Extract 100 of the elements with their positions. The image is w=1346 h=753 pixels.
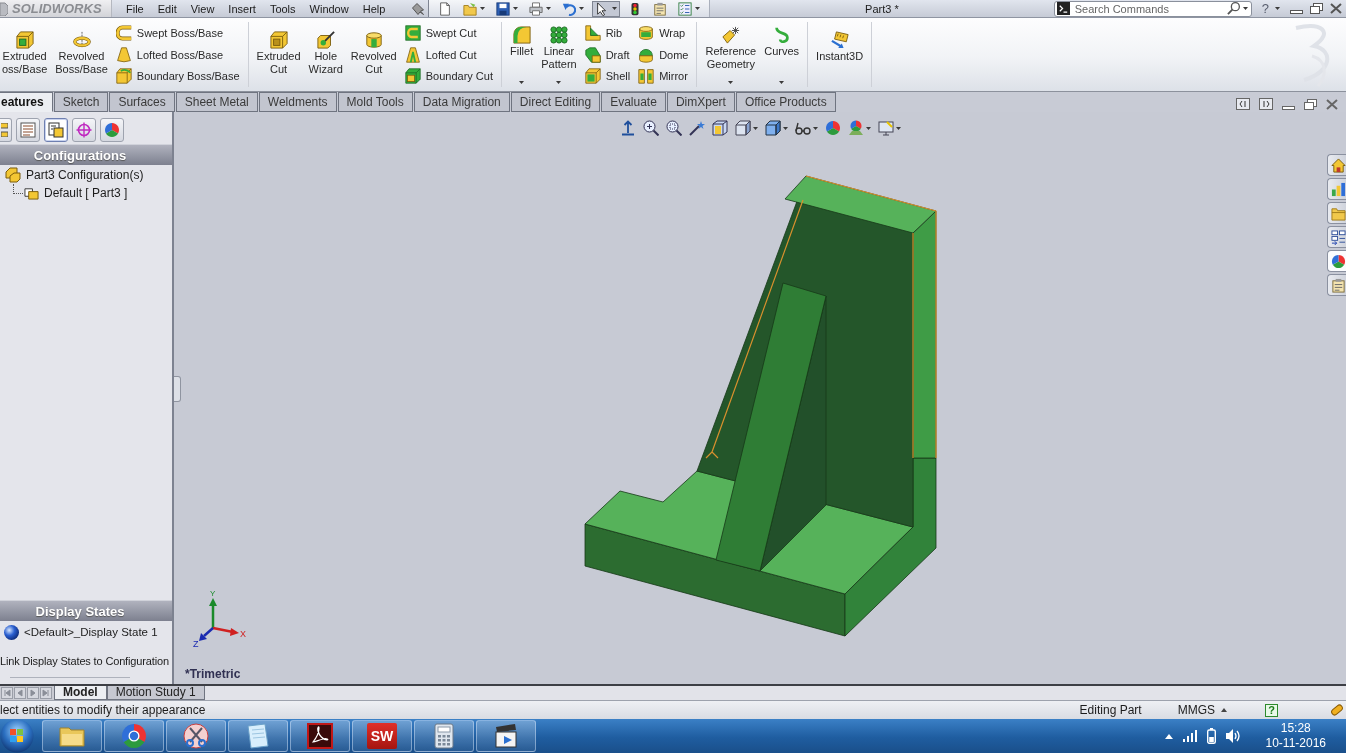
ribbon-button[interactable]: Fillet bbox=[507, 22, 536, 87]
ribbon-button[interactable]: Hole Wizard bbox=[306, 22, 345, 87]
toolbar-button[interactable] bbox=[733, 120, 759, 136]
toolbar-button[interactable] bbox=[493, 0, 521, 17]
task-pane-tab[interactable] bbox=[1327, 226, 1346, 248]
tab[interactable]: Sheet Metal bbox=[175, 92, 258, 112]
toolbar-button[interactable] bbox=[793, 120, 819, 136]
toolbar-button[interactable] bbox=[641, 120, 660, 136]
close-icon[interactable] bbox=[1326, 99, 1338, 110]
tree-item[interactable]: Part3 Configuration(s) bbox=[26, 168, 144, 182]
help-button[interactable]: ? bbox=[1265, 703, 1278, 717]
ribbon-button[interactable]: Swept Cut bbox=[402, 22, 495, 44]
taskbar-button[interactable] bbox=[228, 720, 288, 752]
battery-icon[interactable] bbox=[1206, 728, 1216, 744]
menu-item[interactable]: Insert bbox=[221, 2, 263, 15]
task-pane-tab[interactable] bbox=[1327, 154, 1346, 176]
search-field[interactable]: Search Commands bbox=[1072, 1, 1224, 16]
ribbon-button[interactable]: Reference Geometry bbox=[703, 22, 759, 87]
ribbon-button[interactable]: Swept Boss/Base bbox=[113, 22, 242, 44]
ribbon-button[interactable]: Boundary Cut bbox=[402, 65, 495, 87]
toolbar-button[interactable] bbox=[710, 120, 729, 136]
ribbon-button[interactable]: Shell bbox=[582, 65, 633, 87]
toolbar-button[interactable] bbox=[675, 0, 703, 17]
tab[interactable]: Motion Study 1 bbox=[106, 686, 205, 700]
panel-tab[interactable] bbox=[16, 118, 40, 142]
skip-start-icon[interactable] bbox=[1, 687, 13, 699]
ribbon-button[interactable]: Wrap bbox=[636, 22, 691, 44]
ribbon-button[interactable]: Instant3D bbox=[814, 22, 866, 87]
tab[interactable]: Weldments bbox=[258, 92, 337, 112]
ribbon-button[interactable]: Mirror bbox=[636, 65, 691, 87]
help-button[interactable]: ? bbox=[1259, 1, 1282, 16]
tab[interactable]: Mold Tools bbox=[337, 92, 413, 112]
curved-sweep-icon bbox=[115, 24, 132, 41]
tab[interactable]: Evaluate bbox=[601, 92, 666, 112]
toolbar-button[interactable] bbox=[664, 120, 683, 136]
up-arrow-icon[interactable] bbox=[1164, 733, 1173, 739]
search-box[interactable]: Search Commands bbox=[1053, 0, 1252, 17]
task-pane-tab[interactable] bbox=[1327, 178, 1346, 200]
tab[interactable]: DimXpert bbox=[666, 92, 735, 112]
taskbar-button[interactable] bbox=[476, 720, 536, 752]
caret-icon bbox=[1275, 7, 1280, 10]
ribbon-button[interactable]: Extruded Cut bbox=[254, 22, 303, 87]
toolbar-button[interactable] bbox=[687, 120, 706, 136]
ribbon-button[interactable]: Lofted Boss/Base bbox=[113, 43, 242, 66]
taskbar-button[interactable] bbox=[166, 720, 226, 752]
pin-icon[interactable] bbox=[412, 2, 424, 15]
clock-date[interactable]: 10-11-2016 bbox=[1265, 736, 1326, 751]
tab[interactable]: Surfaces bbox=[109, 92, 175, 112]
task-pane-tab[interactable] bbox=[1327, 250, 1346, 272]
list-item[interactable]: <Default>_Display State 1 bbox=[24, 626, 158, 638]
ribbon-button[interactable]: Revolved Cut bbox=[348, 22, 399, 87]
signal-bars-icon[interactable] bbox=[1182, 730, 1197, 742]
ribbon-button[interactable]: Curves bbox=[762, 22, 802, 87]
tapered-solid-icon bbox=[115, 46, 132, 63]
ribbon-button[interactable]: Revolved Boss/Base bbox=[53, 22, 110, 87]
restore-icon[interactable] bbox=[1304, 99, 1317, 110]
panel-left-icon[interactable] bbox=[1236, 98, 1250, 110]
menu-item[interactable]: View bbox=[183, 2, 222, 15]
start-orb-icon[interactable] bbox=[0, 719, 34, 753]
task-pane-tab[interactable] bbox=[1327, 202, 1346, 224]
close-icon[interactable] bbox=[1330, 3, 1342, 14]
speaker-icon[interactable] bbox=[1225, 729, 1242, 743]
ribbon-button[interactable]: Boundary Boss/Base bbox=[113, 65, 242, 87]
units-button[interactable]: MMGS bbox=[1177, 703, 1227, 717]
ribbon-button[interactable]: Extruded oss/Base bbox=[0, 22, 50, 87]
toolbar-button[interactable] bbox=[763, 120, 789, 136]
tab[interactable]: Data Migration bbox=[413, 92, 510, 112]
restore-icon[interactable] bbox=[1310, 3, 1323, 14]
tab[interactable]: Sketch bbox=[53, 92, 109, 112]
menu-item[interactable]: Window bbox=[302, 2, 356, 15]
panel-tab[interactable] bbox=[0, 118, 12, 142]
tab[interactable]: Direct Editing bbox=[510, 92, 601, 112]
menu-item[interactable]: Edit bbox=[150, 2, 184, 15]
menu-item[interactable]: Help bbox=[355, 2, 393, 15]
capsule-icon[interactable] bbox=[1330, 703, 1344, 717]
taskbar-button[interactable] bbox=[42, 720, 102, 752]
caret-icon[interactable] bbox=[1242, 7, 1248, 10]
tab[interactable]: eatures bbox=[0, 92, 53, 112]
task-pane-tab[interactable] bbox=[1327, 274, 1346, 296]
panel-tab[interactable] bbox=[44, 118, 68, 142]
panel-tab[interactable] bbox=[72, 118, 96, 142]
taskbar-button[interactable]: SW bbox=[352, 720, 412, 752]
panel-right-icon[interactable] bbox=[1259, 98, 1273, 110]
tab[interactable]: Office Products bbox=[735, 92, 836, 112]
toolbar-button[interactable] bbox=[592, 0, 620, 17]
ribbon-button[interactable]: Draft bbox=[582, 43, 633, 66]
menu-item[interactable]: File bbox=[119, 2, 151, 15]
ribbon-button[interactable]: Lofted Cut bbox=[402, 43, 495, 66]
tree-item[interactable]: Default [ Part3 ] bbox=[44, 186, 128, 200]
ribbon-button[interactable]: Rib bbox=[582, 22, 633, 44]
ribbon-button[interactable]: Dome bbox=[636, 43, 691, 66]
tab[interactable]: Model bbox=[54, 686, 107, 700]
taskbar-button[interactable] bbox=[414, 720, 474, 752]
menu-item[interactable]: Tools bbox=[262, 2, 303, 15]
taskbar-button[interactable] bbox=[290, 720, 350, 752]
search-icon[interactable] bbox=[1226, 2, 1240, 15]
clock-time[interactable]: 15:28 bbox=[1280, 721, 1311, 736]
splitter-handle[interactable] bbox=[174, 376, 181, 402]
panel-tab[interactable] bbox=[100, 118, 124, 142]
ribbon-button[interactable]: Linear Pattern bbox=[539, 22, 579, 87]
